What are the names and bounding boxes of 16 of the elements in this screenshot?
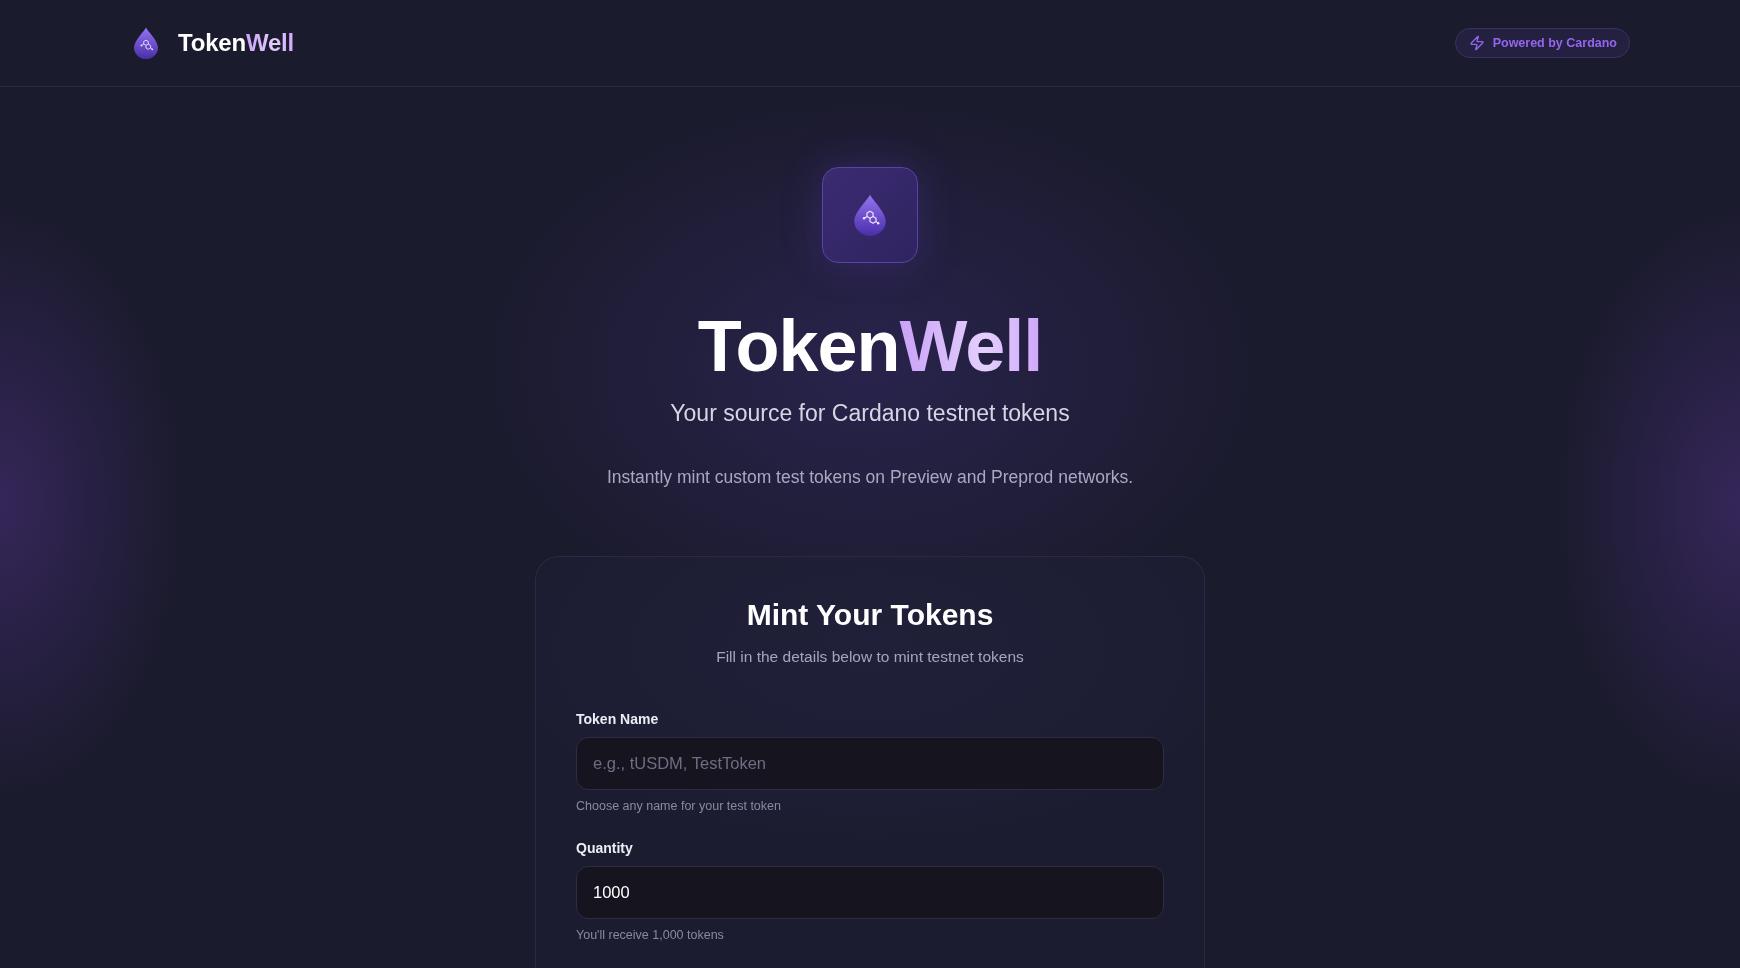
form-subtitle: Fill in the details below to mint testnet tokens <box>716 646 1024 667</box>
field-label: Token Name <box>576 710 659 730</box>
input-field[interactable]: e.g., tUSDM, TestToken <box>576 737 1164 791</box>
form-title: Mint Your Tokens <box>746 596 994 633</box>
field-hint: You'll receive 1,000 tokens <box>576 927 724 945</box>
brand-name: TokenWell <box>178 29 294 57</box>
lightning-icon <box>1468 35 1485 51</box>
badge-label: Powered by Cardano <box>1492 36 1617 50</box>
input-field[interactable]: 1000 <box>576 866 1164 920</box>
hero-description: Instantly mint custom test tokens on Preview and Preprod networks. <box>606 466 1134 490</box>
field-label: Quantity <box>576 839 633 859</box>
hero-subtitle: Your source for Cardano testnet tokens <box>670 399 1070 429</box>
droplet-logo-icon <box>133 27 159 59</box>
field-hint: Choose any name for your test token <box>576 798 781 816</box>
droplet-tile-icon <box>822 167 918 263</box>
hero-title: TokenWell <box>697 307 1043 387</box>
